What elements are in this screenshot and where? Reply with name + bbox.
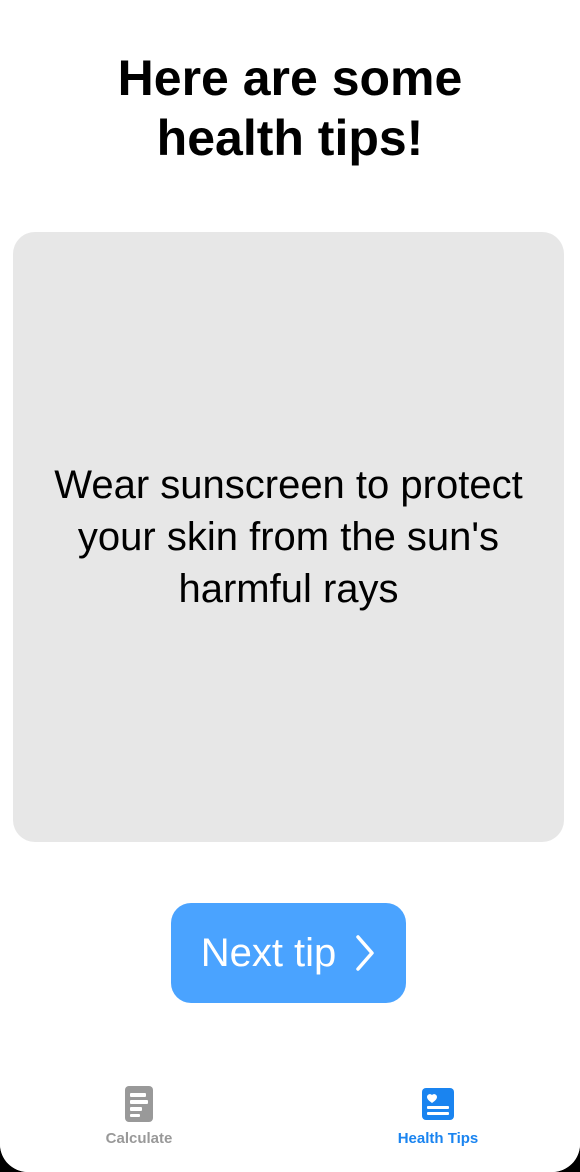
tab-calculate[interactable]: Calculate (49, 1086, 229, 1158)
page-title: Here are some health tips! (117, 50, 463, 166)
calculator-document-icon (121, 1086, 157, 1122)
tab-health-tips[interactable]: Health Tips (348, 1086, 528, 1158)
next-tip-button[interactable]: Next tip (171, 903, 406, 1003)
tab-health-tips-label: Health Tips (397, 1130, 479, 1147)
tip-card: Wear sunscreen to protect your skin from… (13, 232, 564, 842)
tip-text: Wear sunscreen to protect your skin from… (54, 463, 523, 611)
next-tip-label: Next tip (200, 930, 337, 975)
health-tips-heart-icon (420, 1086, 456, 1122)
tab-calculate-label: Calculate (105, 1130, 173, 1147)
health-tips-screen: Here are some health tips! Wear sunscree… (0, 0, 580, 1172)
tab-bar: Calculate Health Tips (0, 1072, 580, 1172)
chevron-right-icon (354, 933, 376, 973)
